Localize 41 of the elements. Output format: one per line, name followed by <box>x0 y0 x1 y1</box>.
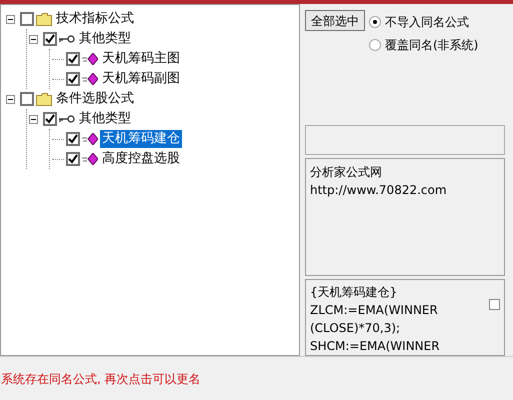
key-icon <box>59 34 75 44</box>
tree-checkbox[interactable] <box>43 112 57 126</box>
collapse-toggle[interactable] <box>29 114 38 124</box>
tree-checkbox[interactable] <box>20 92 34 106</box>
tree-item[interactable]: 条件选股公式 <box>54 90 136 108</box>
folder-icon <box>36 92 52 106</box>
radio-label: 不导入同名公式 <box>385 14 469 31</box>
radio-button[interactable] <box>369 39 381 51</box>
info-text: http://www.70822.com <box>310 182 448 199</box>
tree-checkbox[interactable] <box>66 52 80 66</box>
tree-checkbox[interactable] <box>43 32 57 46</box>
key-icon <box>59 114 75 124</box>
diamond-icon <box>82 133 98 145</box>
collapse-toggle[interactable] <box>6 94 15 104</box>
tree-checkbox[interactable] <box>66 72 80 86</box>
tree-item[interactable]: 天机筹码建仓 <box>100 130 182 148</box>
folder-icon <box>36 12 52 26</box>
tree-item[interactable]: 技术指标公式 <box>54 10 136 28</box>
tree-checkbox[interactable] <box>66 152 80 166</box>
radio-button[interactable] <box>369 16 381 28</box>
tree-item[interactable]: 其他类型 <box>77 30 133 48</box>
tree-item[interactable]: 天机筹码主图 <box>100 50 182 68</box>
formula-line: ZLCM:=EMA(WINNER <box>310 302 439 319</box>
collapse-toggle[interactable] <box>6 14 15 24</box>
radio-label: 覆盖同名(非系统) <box>385 37 478 54</box>
tree-checkbox[interactable] <box>66 132 80 146</box>
select-all-button[interactable]: 全部选中 <box>305 10 365 31</box>
diamond-icon <box>82 73 98 85</box>
diamond-icon <box>82 53 98 65</box>
tree-item[interactable]: 其他类型 <box>77 110 133 128</box>
formula-line: SHCM:=EMA(WINNER <box>310 338 441 355</box>
info-text: 分析家公式网 <box>310 164 383 181</box>
collapse-toggle[interactable] <box>29 34 38 44</box>
tree-item[interactable]: 天机筹码副图 <box>100 70 182 88</box>
formula-line: {天机筹码建仓} <box>310 284 398 301</box>
tree-item[interactable]: 高度控盘选股 <box>100 150 182 168</box>
formula-line: (CLOSE)*70,3); <box>310 320 402 337</box>
formula-checkbox[interactable] <box>489 299 500 310</box>
tree-checkbox[interactable] <box>20 12 34 26</box>
status-message: 系统存在同名公式, 再次点击可以更名 <box>1 370 201 388</box>
diamond-icon <box>82 153 98 165</box>
